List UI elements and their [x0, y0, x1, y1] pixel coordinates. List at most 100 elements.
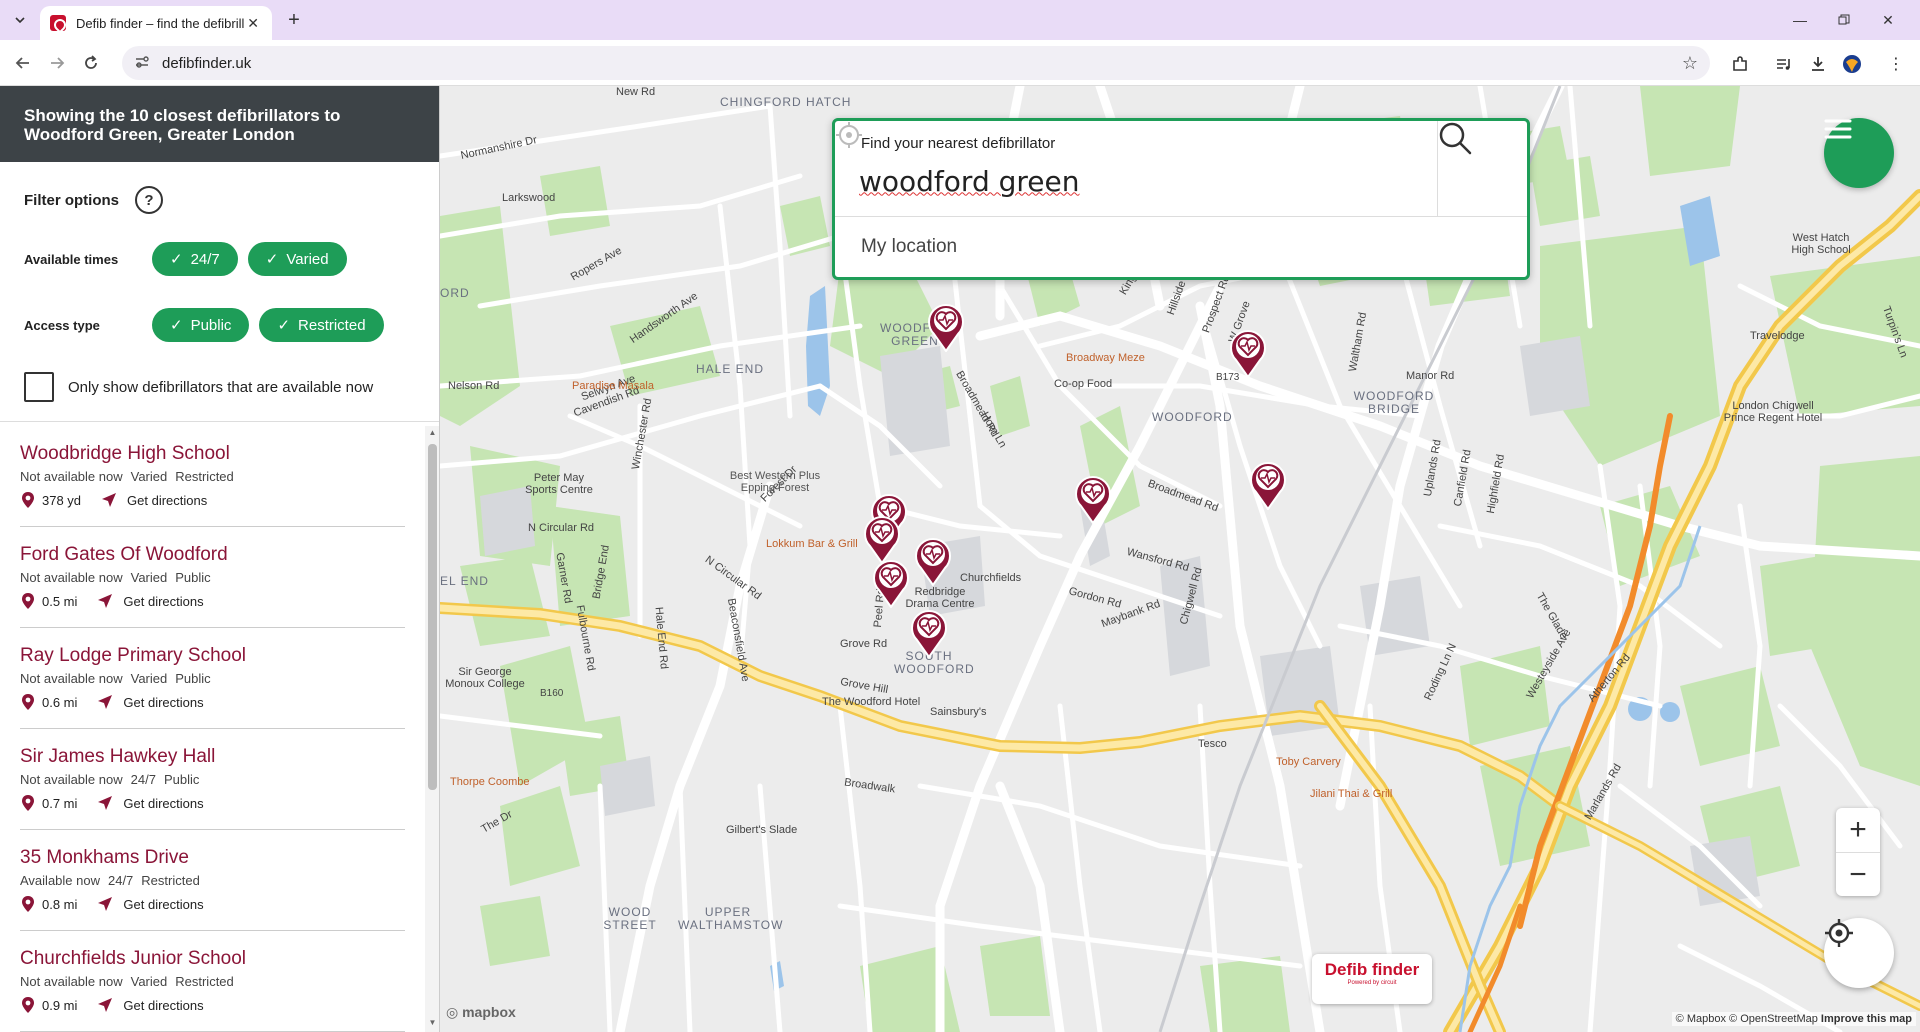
place-label-el-end: EL END	[440, 574, 489, 588]
road-label: Manor Rd	[1406, 370, 1455, 382]
new-tab-button[interactable]: +	[282, 8, 306, 32]
location-pin-icon	[22, 694, 34, 710]
search-button[interactable]	[1437, 121, 1527, 217]
locate-me-button[interactable]	[1824, 918, 1894, 988]
filter-pill-varied[interactable]: ✓ Varied	[247, 242, 347, 276]
result-name[interactable]: 35 Monkhams Drive	[20, 846, 405, 870]
available-now-filter[interactable]: Only show defibrillators that are availa…	[24, 358, 415, 416]
scroll-down-icon[interactable]: ▼	[428, 1018, 437, 1027]
result-name[interactable]: Woodbridge High School	[20, 442, 405, 466]
list-item[interactable]: Woodbridge High School Not available now V…	[20, 426, 405, 527]
map-view[interactable]: CHINGFORD HATCH WOODFORD GREEN HALE END …	[440, 86, 1920, 1032]
scroll-up-icon[interactable]: ▲	[428, 428, 437, 437]
poi-label: Jilani Thai & Grill	[1310, 788, 1393, 800]
heart-pin-icon[interactable]	[871, 556, 911, 608]
heart-pin-icon[interactable]	[926, 300, 966, 352]
check-icon: ✓	[170, 251, 183, 268]
check-icon: ✓	[265, 251, 279, 268]
minimize-button[interactable]: —	[1780, 6, 1820, 34]
forward-button[interactable]	[44, 50, 70, 76]
available-now-checkbox[interactable]	[24, 372, 54, 402]
filter-pill-restricted[interactable]: ✓ Restricted	[259, 308, 384, 342]
profile-avatar-icon[interactable]	[1840, 52, 1864, 76]
tab-search-button[interactable]	[8, 8, 32, 32]
location-pin-icon	[22, 593, 34, 609]
poi-label: Churchfields	[960, 572, 1022, 584]
defib-finder-badge[interactable]: Defib finder Powered by circuit	[1312, 954, 1432, 1004]
heart-pin-icon[interactable]	[913, 534, 953, 586]
list-item[interactable]: Sir James Hawkey Hall Not available now 24…	[20, 729, 405, 830]
road-label: Grove Rd	[840, 638, 888, 650]
list-item[interactable]: Ford Gates Of Woodford Not available now V…	[20, 527, 405, 628]
attribution-mapbox[interactable]: © Mapbox	[1676, 1013, 1726, 1025]
site-info-icon[interactable]	[134, 54, 152, 73]
back-button[interactable]	[10, 50, 36, 76]
poi-label: Tesco	[1198, 738, 1227, 750]
defib-favicon-icon	[50, 15, 66, 31]
available-times-filter: Available times ✓ 24/7 ✓ Varied	[24, 226, 415, 292]
availability-status: Not available now	[20, 974, 123, 989]
poi-label: London Chigwell Prince Regent Hotel	[1723, 400, 1823, 424]
place-label-hale-end: HALE END	[696, 362, 765, 376]
get-directions-link[interactable]: Get directions	[127, 493, 207, 508]
poi-label: Sainsbury's	[930, 706, 987, 718]
place-label-upper-walthamstow: UPPER WALTHAMSTOW	[678, 905, 784, 932]
directions-arrow-icon	[98, 897, 113, 911]
menu-button[interactable]	[1824, 118, 1894, 188]
downloads-icon[interactable]	[1806, 52, 1830, 76]
heart-pin-icon[interactable]	[1248, 458, 1288, 510]
restore-icon	[1838, 14, 1850, 25]
chevron-down-icon	[15, 17, 25, 24]
heart-pin-icon[interactable]	[1228, 326, 1268, 378]
reload-button[interactable]	[78, 50, 104, 76]
crosshair-icon	[836, 122, 862, 148]
location-search-input[interactable]	[859, 161, 1419, 201]
get-directions-link[interactable]: Get directions	[123, 998, 203, 1013]
get-directions-link[interactable]: Get directions	[123, 796, 203, 811]
get-directions-link[interactable]: Get directions	[123, 897, 203, 912]
address-bar[interactable]: defibfinder.uk ☆	[122, 46, 1710, 80]
close-tab-icon[interactable]: ✕	[244, 15, 262, 32]
get-directions-link[interactable]: Get directions	[123, 594, 203, 609]
distance: 0.9 mi	[42, 997, 78, 1013]
heart-pin-icon[interactable]	[1073, 472, 1113, 524]
list-item[interactable]: Churchfields Junior School Not available …	[20, 931, 405, 1032]
zoom-out-button[interactable]: −	[1836, 852, 1880, 896]
attribution-osm[interactable]: © OpenStreetMap	[1729, 1013, 1818, 1025]
media-controls-icon[interactable]	[1772, 52, 1796, 76]
zoom-in-button[interactable]: +	[1836, 808, 1880, 852]
my-location-button[interactable]: My location	[835, 122, 1527, 277]
list-item[interactable]: 35 Monkhams Drive Available now 24/7 Restri…	[20, 830, 405, 931]
mapbox-logo[interactable]: ◎ mapbox	[446, 1004, 516, 1021]
result-name[interactable]: Churchfields Junior School	[20, 947, 405, 971]
results-scrollbar[interactable]: ▲ ▼	[425, 426, 439, 1032]
search-heading: Find your nearest defibrillator	[861, 135, 1056, 152]
my-location-label: My location	[861, 236, 958, 257]
place-label-wood-street: WOOD STREET	[603, 905, 657, 932]
place-label-chingford-hatch: CHINGFORD HATCH	[720, 95, 852, 109]
help-icon[interactable]: ?	[135, 186, 163, 214]
extensions-icon[interactable]	[1728, 52, 1752, 76]
location-pin-icon	[22, 492, 34, 508]
browser-tab[interactable]: Defib finder – find the defibrillator ✕	[40, 6, 272, 40]
distance: 0.8 mi	[42, 896, 78, 912]
zoom-controls: + −	[1836, 808, 1880, 896]
scroll-thumb[interactable]	[428, 444, 437, 790]
improve-map-link[interactable]: Improve this map	[1821, 1013, 1912, 1025]
browser-menu-icon[interactable]: ⋮	[1884, 52, 1908, 76]
url-text: defibfinder.uk	[162, 54, 252, 72]
restore-button[interactable]	[1824, 6, 1864, 34]
result-name[interactable]: Ray Lodge Primary School	[20, 644, 405, 668]
check-icon: ✓	[277, 317, 291, 334]
get-directions-link[interactable]: Get directions	[123, 695, 203, 710]
filter-pill-public[interactable]: ✓ Public	[152, 308, 250, 342]
road-label: N Circular Rd	[528, 522, 595, 534]
bookmark-star-icon[interactable]: ☆	[1682, 53, 1698, 74]
heart-pin-icon[interactable]	[909, 606, 949, 658]
result-name[interactable]: Sir James Hawkey Hall	[20, 745, 405, 769]
filter-pill-24-7[interactable]: ✓ 24/7	[152, 242, 238, 276]
close-window-button[interactable]: ✕	[1868, 6, 1908, 34]
list-item[interactable]: Ray Lodge Primary School Not available no…	[20, 628, 405, 729]
result-name[interactable]: Ford Gates Of Woodford	[20, 543, 405, 567]
location-pin-icon	[22, 896, 34, 912]
